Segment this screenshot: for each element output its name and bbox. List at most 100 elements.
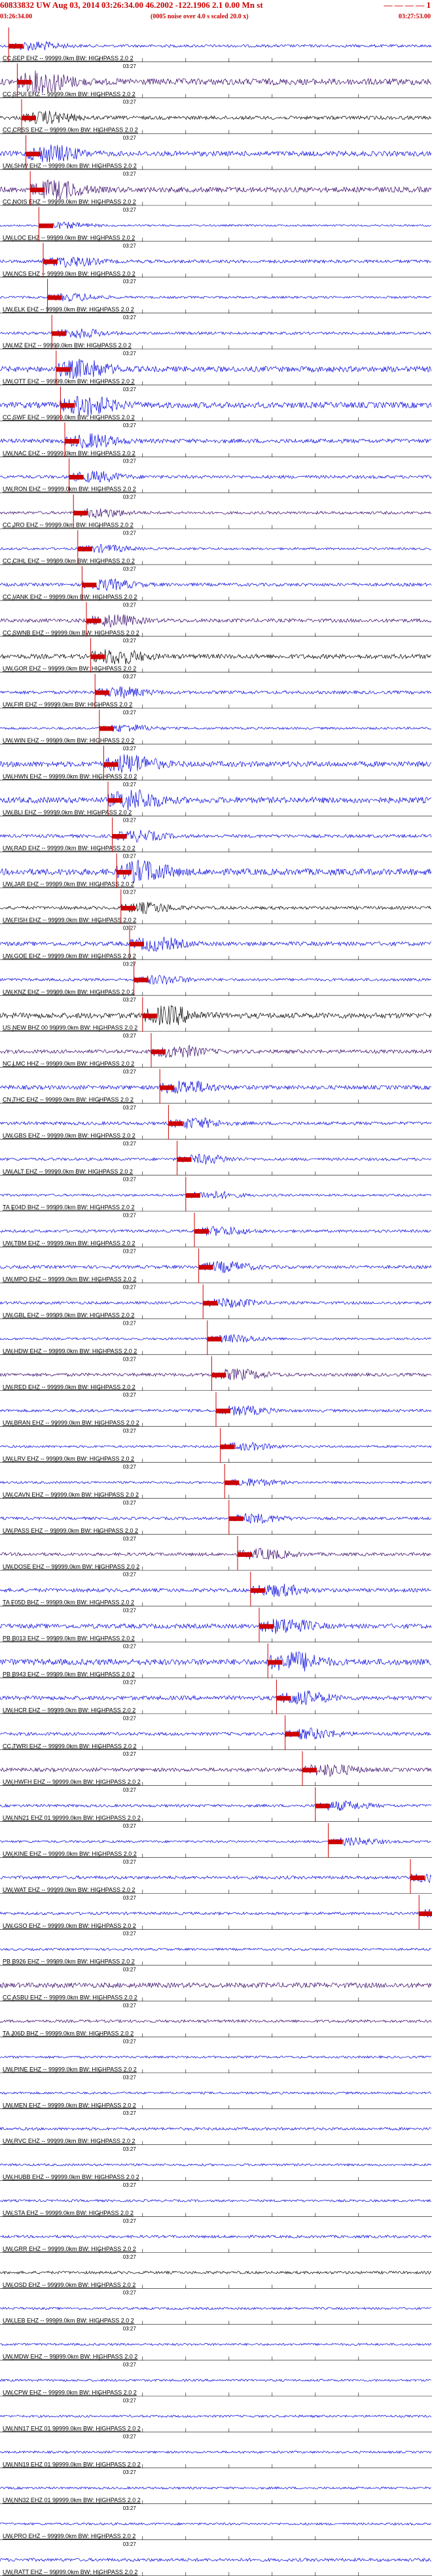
waveform <box>0 1081 431 1094</box>
trace-row: UW NAC EHZ -- 99999.0km BW: HIGHPASS 2.0… <box>0 422 432 464</box>
trace-label: PB B926 EHZ -- 99999.0km BW: HIGHPASS 2.… <box>3 1958 135 1965</box>
waveform <box>0 292 431 302</box>
waveform <box>0 111 432 125</box>
minute-label: 03:27 <box>123 495 137 500</box>
waveform <box>0 1873 432 1883</box>
pick-marker <box>302 1767 317 1773</box>
pick-marker <box>160 1085 175 1090</box>
waveform <box>0 1584 431 1597</box>
pick-marker <box>211 1372 226 1378</box>
waveform <box>0 1004 432 1026</box>
minute-label: 03:27 <box>123 2074 137 2080</box>
trace-row: UW RAD EHZ -- 99999.0km BW: HIGHPASS 2.0… <box>0 817 432 860</box>
pick-marker <box>22 115 36 120</box>
trace-label: CC ASBU EHZ -- 99999.0km BW: HIGHPASS 2.… <box>3 1994 137 2001</box>
trace-row: UW LOC EHZ -- 99999.0km BW: HIGHPASS 2.0… <box>0 207 432 249</box>
waveform <box>0 70 431 94</box>
waveform <box>0 2522 431 2526</box>
minute-label: 03:27 <box>123 1967 137 1973</box>
minute-label: 03:27 <box>123 2505 137 2511</box>
pick-marker <box>315 1803 330 1809</box>
minute-label: 03:27 <box>123 2038 137 2044</box>
pick-marker <box>228 1516 243 1522</box>
trace-label: CC CRSS EHZ -- 99999.0km BW: HIGHPASS 2.… <box>3 127 138 133</box>
minute-label: 03:27 <box>123 674 137 680</box>
waveform <box>0 256 431 268</box>
minute-label: 03:27 <box>123 566 137 572</box>
trace-row: UW MPO EHZ -- 99999.0km BW: HIGHPASS 2.0… <box>0 1248 432 1290</box>
pick-marker <box>47 295 62 300</box>
minute-label: 03:27 <box>123 638 137 644</box>
waveform <box>0 936 431 952</box>
trace-label: UW GBL EHZ -- 99999.0km BW: HIGHPASS 2.0… <box>3 1312 134 1318</box>
waveform <box>0 1442 432 1451</box>
trace-row: UW SHW EHZ -- 99999.0km BW: HIGHPASS 2.0… <box>0 135 432 177</box>
pick-marker <box>225 1480 240 1486</box>
trace-row: NC LMC HHZ -- 99999.0km BW: HIGHPASS 2.0… <box>0 1033 432 1075</box>
waveform <box>0 2270 432 2275</box>
trace-label: PB B013 EHZ -- 99999.0km BW: HIGHPASS 2.… <box>3 1635 135 1642</box>
trace-label: UW FISH EHZ -- 99999.0km BW: HIGHPASS 2.… <box>3 917 136 924</box>
trace-row: UW PINE EHZ -- 99999.0km BW: HIGHPASS 2.… <box>0 2055 432 2080</box>
waveform <box>0 2019 432 2024</box>
pick-marker <box>82 582 97 587</box>
trace-label: UW HCR EHZ -- 99999.0km BW: HIGHPASS 2.0… <box>3 1707 135 1713</box>
trace-row: CC NOIS EHZ -- 99999.0km BW: HIGHPASS 2.… <box>0 171 432 213</box>
trace-label: UW STA EHZ -- 99999.0km BW: HIGHPASS 2.0… <box>3 2210 134 2216</box>
minute-label: 03:27 <box>123 2110 137 2116</box>
trace-label: CC SWNB EHZ -- 99999.0km BW: HIGHPASS 2.… <box>3 629 139 636</box>
pick-marker <box>216 1408 230 1414</box>
trace-row: UW GBS EHZ -- 99999.0km BW: HIGHPASS 2.0… <box>0 1105 432 1147</box>
trace-label: CC JRO EHZ -- 99999.0km BW: HIGHPASS 2.0… <box>3 522 134 529</box>
trace-row: UW JAR EHZ -- 99999.0km BW: HIGHPASS 2.0… <box>0 853 432 896</box>
trace-label: CC SPUI EHZ -- 99999.0km BW: HIGHPASS 2.… <box>3 91 135 97</box>
trace-label: CC VANK EHZ -- 99999.0km BW: HIGHPASS 2.… <box>3 593 137 600</box>
trace-row: UW DOSE EHZ -- 99999.0km BW: HIGHPASS 2.… <box>0 1535 432 1578</box>
trace-row: UW CAVN EHZ -- 99999.0km BW: HIGHPASS 2.… <box>0 1464 432 1506</box>
waveform <box>0 1226 431 1236</box>
trace-label: UW DOSE EHZ -- 99999.0km BW: HIGHPASS 2.… <box>3 1563 139 1570</box>
waveform <box>0 508 431 519</box>
trace-label: CC TWRI EHZ -- 99999.0km BW: HIGHPASS 2.… <box>3 1743 137 1749</box>
trace-label: UW LOC EHZ -- 99999.0km BW: HIGHPASS 2.0… <box>3 234 135 241</box>
pick-marker <box>238 1552 252 1558</box>
pick-marker <box>198 1264 213 1270</box>
waveform <box>0 2450 432 2454</box>
minute-label: 03:27 <box>123 602 137 608</box>
trace-label: UW RVC EHZ -- 99999.0km BW: HIGHPASS 2.0… <box>3 2138 135 2144</box>
trace-label: UW NN32 EHZ 01 99999.0km BW: HIGHPASS 2.… <box>3 2497 141 2503</box>
trace-row: UW NN19 EHZ 01 99999.0km BW: HIGHPASS 2.… <box>0 2450 432 2475</box>
minute-label: 03:27 <box>123 1536 137 1542</box>
trace-row: UW GSO EHZ -- 99999.0km BW: HIGHPASS 2.0… <box>0 1894 432 1937</box>
pick-marker <box>95 690 110 695</box>
waveform <box>0 1981 432 1989</box>
trace-label: UW NN17 EHZ 01 99999.0km BW: HIGHPASS 2.… <box>3 2425 141 2431</box>
trace-label: UW GBS EHZ -- 99999.0km BW: HIGHPASS 2.0… <box>3 1132 135 1139</box>
minute-label: 03:27 <box>123 1572 137 1578</box>
waveform <box>0 1909 431 1918</box>
seismogram-plot: CC SEP EHZ -- 99999.0km BW: HIGHPASS 2.0… <box>0 27 432 2576</box>
trace-label: CC SWF EHZ -- 99999.0km BW: HIGHPASS 2.0… <box>3 414 135 421</box>
waveform <box>0 789 432 810</box>
minute-label: 03:27 <box>123 2397 137 2403</box>
minute-label: 03:27 <box>123 2469 137 2475</box>
waveform <box>0 1548 431 1560</box>
trace-label: UW KNZ EHZ -- 99999.0km BW: HIGHPASS 2.0… <box>3 988 135 995</box>
event-title: 60833832 UW Aug 03, 2014 03:26:34.00 46.… <box>0 0 263 10</box>
pick-marker <box>194 1228 209 1234</box>
waveform <box>0 2486 431 2490</box>
trace-row: UW TBM EHZ -- 99999.0km BW: HIGHPASS 2.0… <box>0 1212 432 1255</box>
trace-row: UW GBL EHZ -- 99999.0km BW: HIGHPASS 2.0… <box>0 1284 432 1326</box>
pick-marker <box>90 654 105 659</box>
trace-row: CC SEP EHZ -- 99999.0km BW: HIGHPASS 2.0… <box>0 27 432 69</box>
minute-label: 03:27 <box>123 1320 137 1326</box>
trace-label: UW WAT EHZ -- 99999.0km BW: HIGHPASS 2.0… <box>3 1887 135 1893</box>
minute-label: 03:27 <box>123 1643 137 1649</box>
trace-label: UW OSD EHZ -- 99999.0km BW: HIGHPASS 2.0… <box>3 2282 135 2288</box>
waveform <box>0 2091 431 2095</box>
trace-row: UW WAT EHZ -- 99999.0km BW: HIGHPASS 2.0… <box>0 1858 432 1901</box>
waveform <box>0 649 431 665</box>
minute-label: 03:27 <box>123 1177 137 1183</box>
trace-label: CC CIHL EHZ -- 99999.0km BW: HIGHPASS 2.… <box>3 558 135 565</box>
end-time: 03:27:53.00 <box>398 13 431 20</box>
